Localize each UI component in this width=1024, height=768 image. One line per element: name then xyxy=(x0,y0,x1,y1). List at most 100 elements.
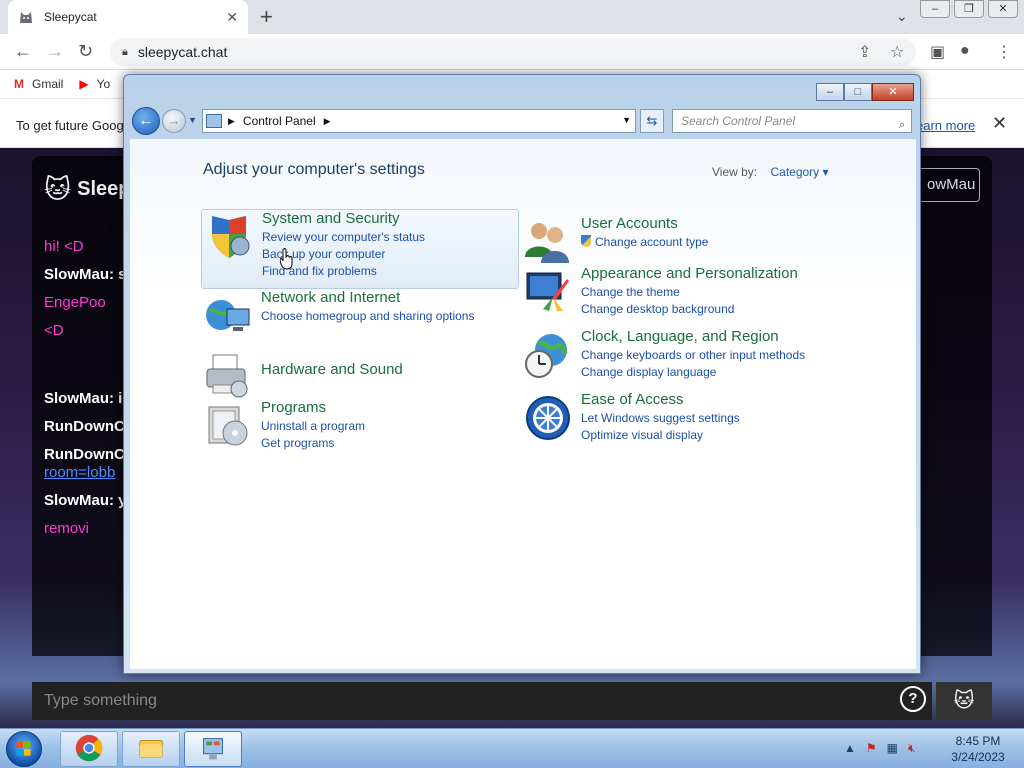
cp-refresh-button[interactable]: ⇆ xyxy=(640,109,664,133)
category-network-and-internet[interactable]: Network and Internet Choose homegroup and… xyxy=(201,289,519,349)
browser-close-button[interactable]: ✕ xyxy=(988,0,1018,18)
forward-arrow-icon[interactable]: → xyxy=(46,41,64,62)
shield-icon[interactable] xyxy=(204,212,254,262)
category-title[interactable]: Ease of Access xyxy=(581,391,740,408)
category-link[interactable]: Uninstall a program xyxy=(261,419,365,433)
printer-icon[interactable] xyxy=(203,351,253,401)
address-dropdown-icon[interactable]: ▼ xyxy=(622,115,631,125)
cp-maximize-button[interactable]: □ xyxy=(844,83,872,101)
help-button[interactable]: ? xyxy=(900,686,926,712)
chat-message[interactable]: room=lobb xyxy=(44,464,115,481)
new-tab-button[interactable]: + xyxy=(260,5,273,29)
cp-close-button[interactable]: ✕ xyxy=(872,83,914,101)
users-icon[interactable] xyxy=(523,217,573,267)
category-link[interactable]: Choose homegroup and sharing options xyxy=(261,309,474,323)
infobar-learn-more-link[interactable]: earn more xyxy=(916,118,975,133)
category-title[interactable]: Clock, Language, and Region xyxy=(581,328,805,345)
ease-of-access-icon[interactable] xyxy=(523,393,573,443)
chat-message: SlowMau: i xyxy=(44,390,123,407)
infobar-message: To get future Goog xyxy=(16,118,124,133)
category-link[interactable]: Change the theme xyxy=(581,285,798,299)
category-title[interactable]: User Accounts xyxy=(581,215,708,232)
category-title[interactable]: Appearance and Personalization xyxy=(581,265,798,282)
category-title[interactable]: System and Security xyxy=(262,210,425,227)
programs-icon[interactable] xyxy=(203,401,253,451)
category-link[interactable]: Change desktop background xyxy=(581,302,798,316)
cp-content: Adjust your computer's settings View by:… xyxy=(130,139,916,669)
cp-minimize-button[interactable]: – xyxy=(816,83,844,101)
bookmark-gmail[interactable]: M Gmail xyxy=(14,77,63,91)
breadcrumb-control-panel[interactable]: Control Panel xyxy=(243,114,316,128)
chat-message: <D xyxy=(44,322,64,339)
cp-search-input[interactable]: Search Control Panel ⌕ xyxy=(672,109,912,133)
cat-icon: 🐱︎ xyxy=(953,690,975,712)
taskbar-chrome[interactable] xyxy=(60,731,118,767)
taskbar-control-panel[interactable] xyxy=(184,731,242,767)
view-by: View by: Category ▾ xyxy=(712,165,829,179)
cat-send-button[interactable]: 🐱︎ xyxy=(936,682,992,720)
view-by-value: Category xyxy=(770,165,820,179)
category-title[interactable]: Network and Internet xyxy=(261,289,474,306)
side-panel-icon[interactable]: ▣ xyxy=(930,42,945,62)
clock-globe-icon[interactable] xyxy=(523,330,573,380)
volume-muted-icon[interactable]: 🔇︎ xyxy=(908,741,916,756)
address-bar[interactable]: 🔒︎ sleepycat.chat xyxy=(110,38,916,66)
history-dropdown-icon[interactable]: ▼ xyxy=(188,115,197,125)
category-link[interactable]: Change display language xyxy=(581,365,805,379)
message-input[interactable]: Type something xyxy=(32,682,932,720)
start-button[interactable] xyxy=(6,731,42,767)
tab-close-icon[interactable]: ✕ xyxy=(226,9,238,26)
user-button[interactable]: owMau xyxy=(912,168,980,202)
category-programs[interactable]: Programs Uninstall a program Get programs xyxy=(201,399,519,459)
search-icon[interactable]: ⌕ xyxy=(899,114,905,136)
folder-icon xyxy=(139,740,163,758)
category-clock-language-region[interactable]: Clock, Language, and Region Change keyboa… xyxy=(521,328,851,388)
view-by-dropdown[interactable]: Category ▾ xyxy=(770,165,828,179)
gmail-icon: M xyxy=(14,77,24,91)
category-appearance-and-personalization[interactable]: Appearance and Personalization Change the… xyxy=(521,265,851,325)
tray-overflow-icon[interactable]: ▲ xyxy=(844,741,856,756)
action-center-icon[interactable]: ⚑ xyxy=(866,741,877,756)
profile-avatar-icon[interactable]: ● xyxy=(960,42,970,60)
category-link[interactable]: Optimize visual display xyxy=(581,428,740,442)
browser-restore-button[interactable]: ❐ xyxy=(954,0,984,18)
taskbar-explorer[interactable] xyxy=(122,731,180,767)
reload-icon[interactable]: ↻ xyxy=(78,41,93,62)
infobar-close-icon[interactable]: ✕ xyxy=(992,113,1007,134)
clock-date: 3/24/2023 xyxy=(951,750,1005,764)
cp-navigation-bar: ← → ▼ ▶ Control Panel ▶ ▼ ⇆ Search Contr… xyxy=(132,107,914,135)
appearance-icon[interactable] xyxy=(523,267,573,317)
sleepycat-favicon-icon xyxy=(20,12,32,23)
category-link[interactable]: Change keyboards or other input methods xyxy=(581,348,805,362)
cp-address-bar[interactable]: ▶ Control Panel ▶ ▼ xyxy=(202,109,636,133)
category-link[interactable]: Let Windows suggest settings xyxy=(581,411,740,425)
category-system-and-security[interactable]: System and Security Review your computer'… xyxy=(201,209,519,289)
taskbar-clock[interactable]: 8:45 PM 3/24/2023 xyxy=(940,733,1016,765)
browser-tab[interactable]: Sleepycat ✕ xyxy=(8,0,248,34)
category-link[interactable]: Change account type xyxy=(581,235,708,249)
control-panel-icon xyxy=(206,114,222,128)
cp-back-button[interactable]: ← xyxy=(132,107,160,135)
windows-logo-icon xyxy=(16,741,31,756)
chat-message: SlowMau: y xyxy=(44,492,127,509)
tab-search-chevron-icon[interactable]: ⌄ xyxy=(896,8,908,25)
category-ease-of-access[interactable]: Ease of Access Let Windows suggest settin… xyxy=(521,391,851,451)
bookmark-star-icon[interactable]: ☆ xyxy=(890,42,904,62)
network-icon[interactable]: ▦ xyxy=(887,741,898,756)
category-title[interactable]: Hardware and Sound xyxy=(261,361,403,378)
back-arrow-icon[interactable]: ← xyxy=(14,41,32,62)
cp-forward-button[interactable]: → xyxy=(162,109,186,133)
breadcrumb-arrow-icon[interactable]: ▶ xyxy=(228,116,235,127)
menu-kebab-icon[interactable]: ⋮ xyxy=(996,42,1012,62)
category-link[interactable]: Review your computer's status xyxy=(262,230,425,244)
network-icon[interactable] xyxy=(203,291,253,341)
breadcrumb-arrow-icon[interactable]: ▶ xyxy=(324,116,331,127)
bookmark-youtube[interactable]: ▶ Yo xyxy=(79,77,110,91)
control-panel-icon xyxy=(203,738,223,760)
category-title[interactable]: Programs xyxy=(261,399,365,416)
cp-window-controls: – □ ✕ xyxy=(816,83,914,101)
browser-minimize-button[interactable]: – xyxy=(920,0,950,18)
share-icon[interactable]: ⇪ xyxy=(858,42,871,62)
category-link[interactable]: Get programs xyxy=(261,436,365,450)
sleepycat-logo: 🐱︎ Sleep xyxy=(44,174,130,205)
